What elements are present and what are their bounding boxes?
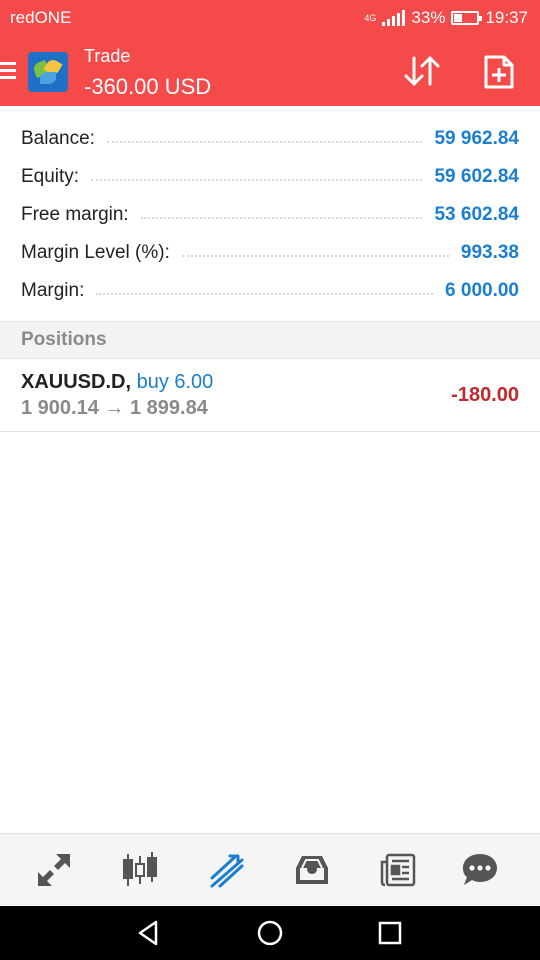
position-prices: 1 900.14 → 1 899.84 — [21, 397, 208, 419]
screen: redONE 4G 33% 19:37 Trade -360.00 USD Ba… — [0, 0, 540, 960]
balance-label: Balance: — [21, 128, 95, 149]
back-button[interactable] — [134, 918, 164, 948]
home-icon — [257, 920, 283, 946]
new-order-icon — [484, 55, 514, 89]
menu-icon[interactable] — [0, 62, 16, 80]
metatrader-logo[interactable] — [28, 52, 68, 92]
home-button[interactable] — [255, 918, 285, 948]
recents-icon — [378, 921, 402, 945]
chat-icon — [463, 854, 497, 885]
recents-button[interactable] — [375, 918, 405, 948]
dot-leader — [140, 211, 423, 219]
inbox-icon — [296, 856, 328, 884]
balance-row: Balance: 59 962.84 — [0, 120, 540, 158]
clock: 19:37 — [485, 8, 528, 27]
free-margin-value: 53 602.84 — [434, 204, 519, 225]
back-icon — [138, 920, 158, 946]
floating-profit: -360.00 USD — [84, 74, 212, 99]
page-title: Trade — [84, 46, 131, 66]
position-direction: buy 6.00 — [136, 371, 214, 393]
margin-level-label: Margin Level (%): — [21, 242, 170, 263]
equity-row: Equity: 59 602.84 — [0, 158, 540, 196]
network-type: 4G — [364, 13, 377, 23]
system-nav-bar — [0, 906, 540, 960]
free-margin-row: Free margin: 53 602.84 — [0, 196, 540, 234]
status-bar: redONE 4G 33% 19:37 — [0, 0, 540, 36]
tab-history[interactable] — [290, 848, 334, 892]
margin-row: Margin: 6 000.00 — [0, 272, 540, 310]
tab-chart[interactable] — [118, 848, 162, 892]
dot-leader — [106, 135, 423, 143]
position-profit: -180.00 — [451, 384, 519, 406]
margin-value: 6 000.00 — [445, 280, 519, 301]
tab-trade[interactable] — [204, 848, 248, 892]
trade-icon — [210, 854, 244, 888]
quotes-icon — [38, 854, 70, 886]
position-title: XAUUSD.D, buy 6.00 — [21, 371, 213, 394]
battery-icon — [451, 11, 483, 25]
sort-icon — [404, 56, 440, 86]
positions-section-header: Positions — [0, 321, 540, 359]
news-icon — [380, 853, 416, 887]
dot-leader — [181, 249, 449, 257]
tab-chat[interactable] — [458, 848, 502, 892]
sort-button[interactable] — [402, 54, 442, 90]
bottom-tab-bar — [0, 833, 540, 906]
equity-label: Equity: — [21, 166, 80, 187]
app-header: Trade -360.00 USD — [0, 36, 540, 106]
battery-percent: 33% — [411, 8, 446, 27]
equity-value: 59 602.84 — [434, 166, 519, 187]
free-margin-label: Free margin: — [21, 204, 129, 225]
new-order-button[interactable] — [482, 54, 522, 90]
dot-leader — [96, 287, 434, 295]
balance-value: 59 962.84 — [434, 128, 519, 149]
margin-label: Margin: — [21, 280, 85, 301]
account-summary: Balance: 59 962.84 Equity: 59 602.84 Fre… — [0, 120, 540, 310]
tab-news[interactable] — [376, 848, 420, 892]
position-row[interactable]: XAUUSD.D, buy 6.00 1 900.14 → 1 899.84 -… — [0, 360, 540, 432]
dot-leader — [91, 173, 423, 181]
positions-label: Positions — [21, 329, 107, 350]
margin-level-row: Margin Level (%): 993.38 — [0, 234, 540, 272]
carrier-name: redONE — [10, 8, 72, 27]
position-symbol: XAUUSD.D, — [21, 371, 132, 393]
candlestick-chart-icon — [123, 852, 157, 886]
tab-quotes[interactable] — [32, 848, 76, 892]
signal-icon — [382, 10, 406, 26]
margin-level-value: 993.38 — [460, 242, 519, 263]
